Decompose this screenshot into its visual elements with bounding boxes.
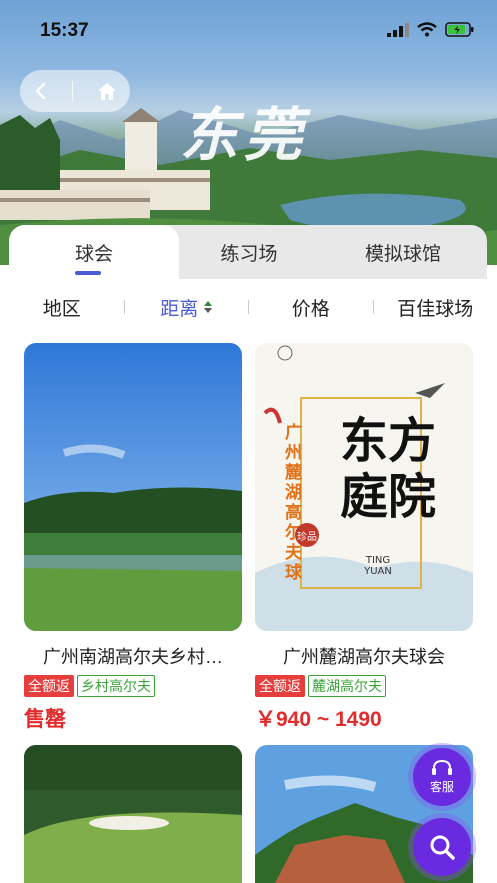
poster-subtitle: 广州麓湖高尔夫球: [285, 423, 302, 583]
course-card[interactable]: 广州南湖高尔夫乡村… 全额返 乡村高尔夫 售罄: [24, 343, 242, 733]
banner-title: 东莞: [180, 101, 309, 169]
wifi-icon: [417, 22, 437, 37]
search-icon: [430, 835, 455, 860]
active-tab-indicator: [75, 271, 101, 275]
course-card[interactable]: [24, 745, 242, 883]
course-price: 售罄: [24, 708, 66, 731]
venue-badge: 麓湖高尔夫: [308, 675, 386, 697]
tab-driving-range[interactable]: 练习场: [179, 225, 319, 279]
filter-region[interactable]: 地区: [0, 294, 124, 321]
search-button[interactable]: [413, 818, 471, 876]
poster-seal: 珍品: [295, 523, 319, 547]
refund-badge: 全额返: [255, 675, 305, 697]
poster-en: TING YUAN: [364, 555, 392, 577]
customer-service-button[interactable]: 客服: [413, 748, 471, 806]
golf-booking-screen: 东莞 15:37 球会 练习场 模拟球馆 地区 距离 价格 百佳球场 广州南湖高…: [0, 0, 497, 883]
filter-top100[interactable]: 百佳球场: [374, 294, 497, 321]
filter-price[interactable]: 价格: [249, 294, 373, 321]
course-image: [24, 745, 242, 883]
nav-capsule: [20, 70, 130, 112]
headset-icon: [432, 759, 452, 775]
course-image: [24, 343, 242, 631]
poster-title: 东方庭院: [340, 413, 437, 525]
venue-badge: 乡村高尔夫: [77, 675, 155, 697]
back-icon[interactable]: [31, 81, 51, 101]
signal-icon: [387, 22, 409, 37]
battery-icon: [445, 22, 474, 37]
refund-badge: 全额返: [24, 675, 74, 697]
filter-bar: 地区 距离 价格 百佳球场: [0, 279, 497, 335]
filter-distance[interactable]: 距离: [125, 294, 249, 321]
course-title: 广州南湖高尔夫乡村…: [43, 647, 223, 667]
tab-bar: 球会 练习场 模拟球馆: [9, 225, 487, 279]
course-title: 广州麓湖高尔夫球会: [283, 647, 445, 667]
sort-icon: [204, 301, 213, 313]
home-icon[interactable]: [95, 80, 119, 102]
status-bar: 15:37: [0, 0, 497, 60]
course-card[interactable]: 广州麓湖高尔夫球 东方庭院 珍品 TING YUAN 广州麓湖高尔夫球会 全额返…: [255, 343, 473, 733]
course-image: 广州麓湖高尔夫球 东方庭院 珍品 TING YUAN: [255, 343, 473, 631]
tab-simulator[interactable]: 模拟球馆: [319, 225, 487, 279]
course-price: ￥940 ~ 1490: [255, 708, 382, 731]
status-time: 15:37: [40, 20, 89, 41]
